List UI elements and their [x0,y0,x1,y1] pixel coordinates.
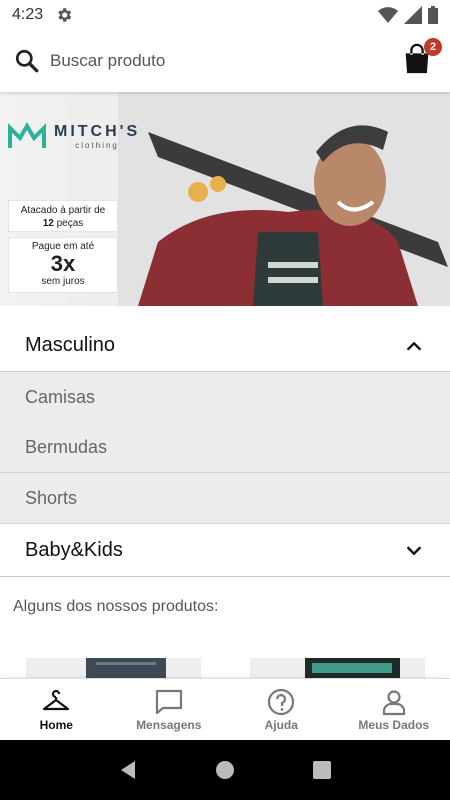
subcategory-shorts[interactable]: Shorts [0,473,450,524]
nav-my-data[interactable]: Meus Dados [338,679,450,740]
help-icon [268,688,295,715]
search-icon[interactable] [14,48,40,74]
subcategory-bermudas[interactable]: Bermudas [0,422,450,473]
message-icon [155,689,182,714]
subcategory-label: Bermudas [25,436,108,457]
status-bar: 4:23 [0,0,450,30]
category-label: Baby&Kids [25,538,123,561]
product-image [26,658,201,678]
category-masculino[interactable]: Masculino [0,320,450,372]
status-time: 4:23 [12,6,44,23]
subcategory-label: Shorts [25,487,78,508]
search-bar: 2 [0,30,450,92]
banner-photo [118,92,450,306]
chevron-up-icon [406,341,422,351]
nav-home[interactable]: Home [0,679,113,740]
search-input[interactable] [50,51,380,71]
mitchs-logo-icon [8,122,46,148]
subcategory-label: Camisas [25,386,96,407]
wholesale-qty: 12 [42,218,54,229]
bottom-navigation: Home Mensagens Ajuda Meus Dados [0,678,450,740]
user-icon [382,689,405,715]
cell-signal-icon [404,6,422,24]
wholesale-unit: peças [56,218,84,229]
cart-button[interactable]: 2 [400,38,442,78]
battery-icon [428,6,438,24]
wholesale-promo: Atacado à partir de 12 peças [8,200,118,232]
recents-icon[interactable] [310,758,334,782]
product-card[interactable] [250,658,425,678]
product-image [250,658,425,678]
category-baby-kids[interactable]: Baby&Kids [0,524,450,577]
subcategory-camisas[interactable]: Camisas [0,372,450,423]
home-circle-icon[interactable] [213,758,237,782]
nav-label: Ajuda [264,717,298,732]
wifi-icon [378,7,398,23]
chevron-down-icon [406,546,422,556]
brand-name: MITCH'S [54,122,141,140]
promo-banner[interactable]: MITCH'S clothing Atacado à partir de 12 … [0,92,450,306]
status-indicators [378,6,438,24]
category-label: Masculino [25,334,116,356]
product-card[interactable] [26,658,201,678]
brand-subtitle: clothing [75,140,119,150]
nav-messages[interactable]: Mensagens [113,679,226,740]
back-icon[interactable] [116,758,140,782]
installments-count: 3x [50,251,76,276]
system-navigation-bar [0,740,450,800]
nav-label: Home [39,717,73,732]
nav-help[interactable]: Ajuda [225,679,338,740]
brand-logo: MITCH'S clothing [8,122,140,150]
installments-note: sem juros [41,276,85,287]
settings-gear-icon [58,8,72,22]
installments-promo: Pague em até 3x sem juros [8,237,118,293]
products-section-title: Alguns dos nossos produtos: [13,598,219,615]
cart-count-badge: 2 [424,38,442,56]
nav-label: Meus Dados [358,717,430,732]
hanger-icon [43,689,70,710]
nav-label: Mensagens [136,717,202,732]
wholesale-promo-line: Atacado à partir de [20,205,106,216]
